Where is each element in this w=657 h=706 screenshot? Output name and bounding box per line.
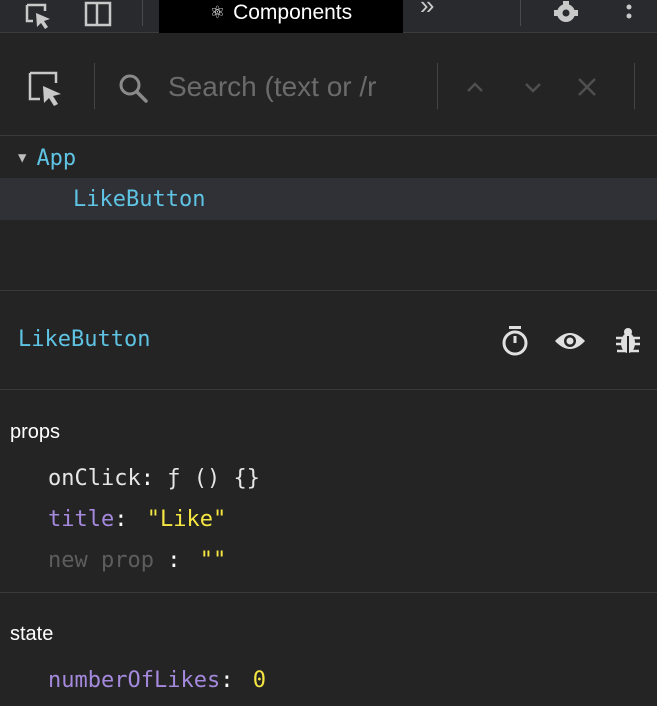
prop-value[interactable]: "Like" — [147, 507, 226, 532]
clear-search-button[interactable] — [569, 67, 605, 107]
search-input[interactable] — [168, 67, 418, 107]
component-tree: ▼ App LikeButton — [0, 137, 657, 291]
prop-key: title — [48, 507, 115, 532]
devtools-tab-bar: ⚛ Components » — [0, 0, 657, 33]
search-divider — [437, 63, 438, 109]
select-component-icon[interactable] — [26, 69, 66, 109]
kebab-menu-icon[interactable] — [614, 0, 644, 32]
next-result-button[interactable] — [515, 67, 551, 107]
props-section-label: props — [10, 421, 61, 443]
more-tabs-icon[interactable]: » — [420, 0, 434, 21]
inspect-element-icon[interactable] — [18, 0, 58, 32]
state-section-label: state — [10, 623, 54, 645]
state-value[interactable]: 0 — [253, 668, 266, 693]
prop-row-title[interactable]: title: "Like" — [48, 507, 226, 532]
tab-components-label: Components — [233, 0, 353, 24]
toolbar-divider — [520, 0, 521, 26]
stopwatch-icon[interactable] — [498, 324, 532, 358]
search-divider — [634, 63, 635, 109]
search-divider — [94, 63, 95, 109]
toolbar-divider — [142, 0, 143, 26]
settings-gear-icon[interactable] — [546, 0, 586, 32]
tree-item-app[interactable]: ▼ App — [0, 137, 657, 179]
prop-colon: : — [114, 507, 128, 532]
prop-row-onclick[interactable]: onClick: ƒ () {} — [48, 466, 260, 491]
prop-colon: : — [140, 466, 154, 491]
search-icon — [118, 73, 150, 105]
tree-item-likebutton[interactable]: LikeButton — [0, 178, 657, 220]
state-key: numberOfLikes — [48, 668, 221, 693]
prop-key: onClick — [48, 466, 141, 491]
new-prop-value[interactable]: "" — [200, 548, 227, 573]
prop-value: ƒ () {} — [167, 466, 260, 491]
inspector-header: LikeButton — [0, 291, 657, 390]
expand-triangle-icon[interactable]: ▼ — [18, 150, 26, 166]
new-prop-key-placeholder[interactable]: new prop — [48, 548, 154, 573]
section-divider — [0, 592, 657, 593]
bug-icon[interactable] — [611, 324, 645, 358]
react-atom-icon: ⚛ — [209, 2, 226, 22]
prop-colon: : — [153, 548, 181, 573]
state-colon: : — [220, 668, 234, 693]
tree-item-label: App — [36, 145, 77, 171]
device-toolbar-icon[interactable] — [78, 0, 118, 32]
tree-item-label: LikeButton — [73, 186, 206, 212]
tab-components[interactable]: ⚛ Components — [159, 0, 403, 33]
eye-icon[interactable] — [553, 324, 587, 358]
inspected-component-name: LikeButton — [18, 327, 151, 352]
state-row-numberoflikes[interactable]: numberOfLikes: 0 — [48, 668, 266, 693]
new-prop-row[interactable]: new prop : "" — [48, 548, 226, 573]
search-toolbar — [0, 33, 657, 136]
previous-result-button[interactable] — [457, 67, 493, 107]
